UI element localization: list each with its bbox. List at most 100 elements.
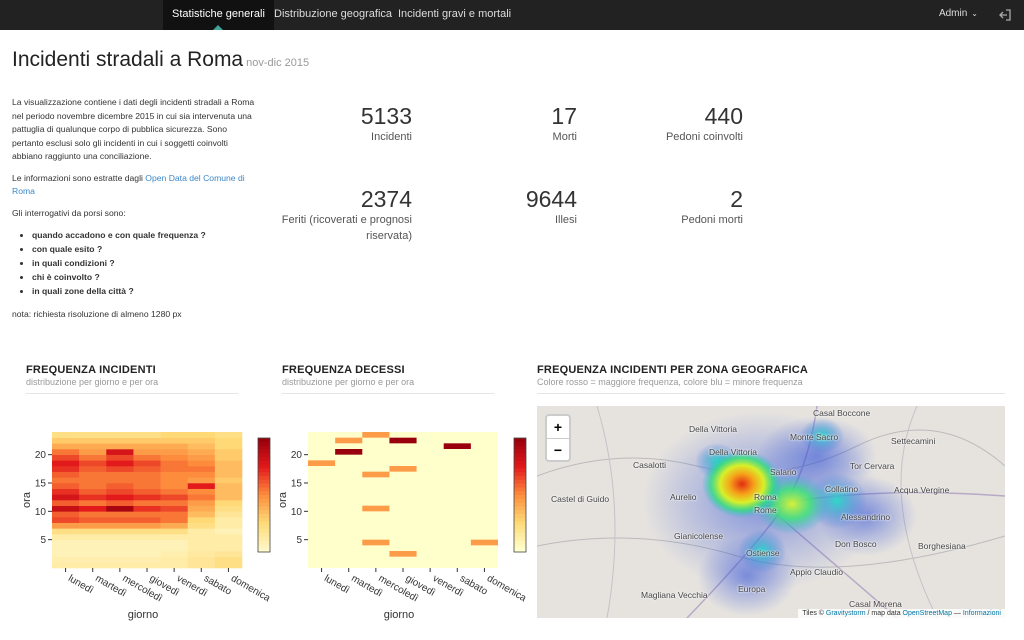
colorbar-segment bbox=[514, 510, 526, 515]
heatmap-cell bbox=[79, 551, 107, 557]
x-axis-label: giorno bbox=[384, 609, 415, 621]
stat-label: Illesi bbox=[554, 214, 577, 226]
stat-value: 5133 bbox=[360, 103, 412, 129]
tab-distribuzione-geografica[interactable]: Distribuzione geografica bbox=[265, 0, 401, 30]
heatmap-cell bbox=[187, 432, 216, 438]
heatmap-cell bbox=[106, 545, 134, 552]
heatmap-cell bbox=[106, 488, 134, 495]
heatmap-cell bbox=[133, 534, 161, 540]
heatmap-cell bbox=[187, 471, 216, 478]
heatmap-cell bbox=[214, 545, 243, 552]
colorbar-segment bbox=[514, 540, 526, 545]
map-label: Roma bbox=[754, 492, 777, 502]
map-label: Don Bosco bbox=[835, 539, 877, 549]
geo-heat-map[interactable]: Casal Boccone Della Vittoria Monte Sacro… bbox=[537, 406, 1005, 618]
divider bbox=[26, 393, 238, 394]
page-title-text: Incidenti stradali a Roma bbox=[12, 48, 244, 71]
heatmap-cell bbox=[52, 437, 80, 444]
y-axis-label: ora bbox=[21, 491, 33, 508]
colorbar-segment bbox=[514, 479, 526, 485]
freq-panel-subtitle: distribuzione per giorno e per ora bbox=[26, 377, 159, 387]
attribution-link-tiles[interactable]: Gravitystorm bbox=[826, 610, 866, 617]
heatmap-cell bbox=[106, 522, 134, 529]
heatmap-cell bbox=[214, 517, 243, 523]
heatmap-cell bbox=[187, 534, 216, 540]
attribution-link-osm[interactable]: OpenStreetMap bbox=[903, 610, 952, 617]
question-item: in quali zone della città ? bbox=[32, 284, 257, 298]
geo-panel-subtitle: Colore rosso = maggiore frequenza, color… bbox=[537, 377, 803, 387]
x-tick-label: lunedì bbox=[322, 573, 351, 596]
heatmap-cell bbox=[52, 545, 80, 552]
heatmap-cell bbox=[133, 449, 161, 455]
heatmap-cell bbox=[52, 539, 80, 546]
y-tick-label: 20 bbox=[291, 450, 303, 461]
heatmap-cell bbox=[133, 500, 161, 506]
stat-feriti: 2374 Feriti (ricoverati e prognosi riser… bbox=[272, 186, 412, 244]
heatmap-cell bbox=[160, 534, 189, 540]
map-label: Castel di Guido bbox=[551, 494, 610, 504]
chevron-down-icon: ⌄ bbox=[971, 9, 978, 18]
heatmap-cell bbox=[133, 483, 161, 489]
heatmap-cell bbox=[187, 522, 216, 529]
y-tick-label: 20 bbox=[35, 450, 47, 461]
divider bbox=[282, 393, 494, 394]
stat-value: 440 bbox=[704, 103, 743, 129]
heatmap-cell bbox=[133, 454, 161, 461]
heatmap-cell bbox=[133, 494, 161, 501]
zoom-out-button[interactable]: − bbox=[547, 438, 569, 460]
stat-label: Morti bbox=[552, 131, 577, 143]
intro-paragraph: La visualizzazione contiene i dati degli… bbox=[12, 97, 255, 161]
x-tick-label: lunedì bbox=[66, 573, 95, 596]
user-menu[interactable]: Admin ⌄ bbox=[939, 0, 978, 30]
colorbar-segment bbox=[514, 491, 526, 496]
zoom-in-button[interactable]: + bbox=[547, 416, 569, 438]
map-label: Ostiense bbox=[746, 548, 780, 558]
x-tick-label: sabato bbox=[202, 573, 234, 598]
heatmap-cell bbox=[187, 494, 216, 501]
y-tick-label: 10 bbox=[35, 507, 47, 518]
intro-text: La visualizzazione contiene i dati degli… bbox=[12, 96, 257, 330]
heatmap-cell bbox=[214, 471, 243, 478]
heatmap-cell bbox=[362, 432, 390, 438]
heatmap-cell bbox=[214, 528, 243, 535]
tab-incidenti-gravi[interactable]: Incidenti gravi e mortali bbox=[389, 0, 520, 30]
heatmap-cell bbox=[79, 511, 107, 518]
heatmap-cell bbox=[160, 449, 189, 455]
heatmap-cell bbox=[362, 505, 390, 512]
heatmap-cell bbox=[79, 534, 107, 540]
map-label: Casalotti bbox=[633, 460, 667, 470]
heatmap-cell bbox=[187, 449, 216, 455]
heatmap-cell bbox=[214, 551, 243, 557]
heatmap-cell bbox=[160, 437, 189, 444]
stat-pedoni-morti: 2 Pedoni morti bbox=[603, 186, 743, 228]
heatmap-cell bbox=[187, 477, 216, 484]
heatmap-cell bbox=[160, 466, 189, 472]
heatmap-cell bbox=[133, 528, 161, 535]
heatmap-cell bbox=[106, 528, 134, 535]
colorbar-segment bbox=[514, 457, 526, 462]
y-tick-label: 15 bbox=[291, 479, 303, 490]
heatmap-cell bbox=[214, 454, 243, 461]
y-axis-label: ora bbox=[277, 491, 289, 508]
heatmap-cell bbox=[79, 454, 107, 461]
map-label: Rome bbox=[754, 505, 777, 515]
intro-source-text: Le informazioni sono estratte dagli bbox=[12, 172, 146, 183]
logout-icon[interactable] bbox=[998, 8, 1012, 22]
divider bbox=[537, 393, 1005, 394]
colorbar-segment bbox=[514, 502, 526, 507]
colorbar-segment bbox=[514, 536, 526, 542]
heatmap-cell bbox=[214, 562, 243, 569]
attribution-text: Tiles © bbox=[802, 610, 826, 617]
tab-statistiche-generali[interactable]: Statistiche generali bbox=[163, 0, 274, 30]
heatmap-cell bbox=[389, 551, 417, 557]
deaths-heatmap-chart: 5101520oralunedìmartedìmercoledìgiovedìv… bbox=[277, 432, 528, 621]
colorbar-segment bbox=[514, 529, 526, 534]
heatmap-cell bbox=[106, 517, 134, 523]
colorbar-segment bbox=[514, 464, 526, 469]
heatmap-cell bbox=[187, 500, 216, 506]
map-label: Gianicolense bbox=[674, 531, 724, 541]
map-label: Casal Boccone bbox=[813, 408, 871, 418]
question-item: con quale esito ? bbox=[32, 242, 257, 256]
attribution-link-info[interactable]: Informazioni bbox=[963, 610, 1001, 617]
map-label: Della Vittoria bbox=[689, 424, 738, 434]
